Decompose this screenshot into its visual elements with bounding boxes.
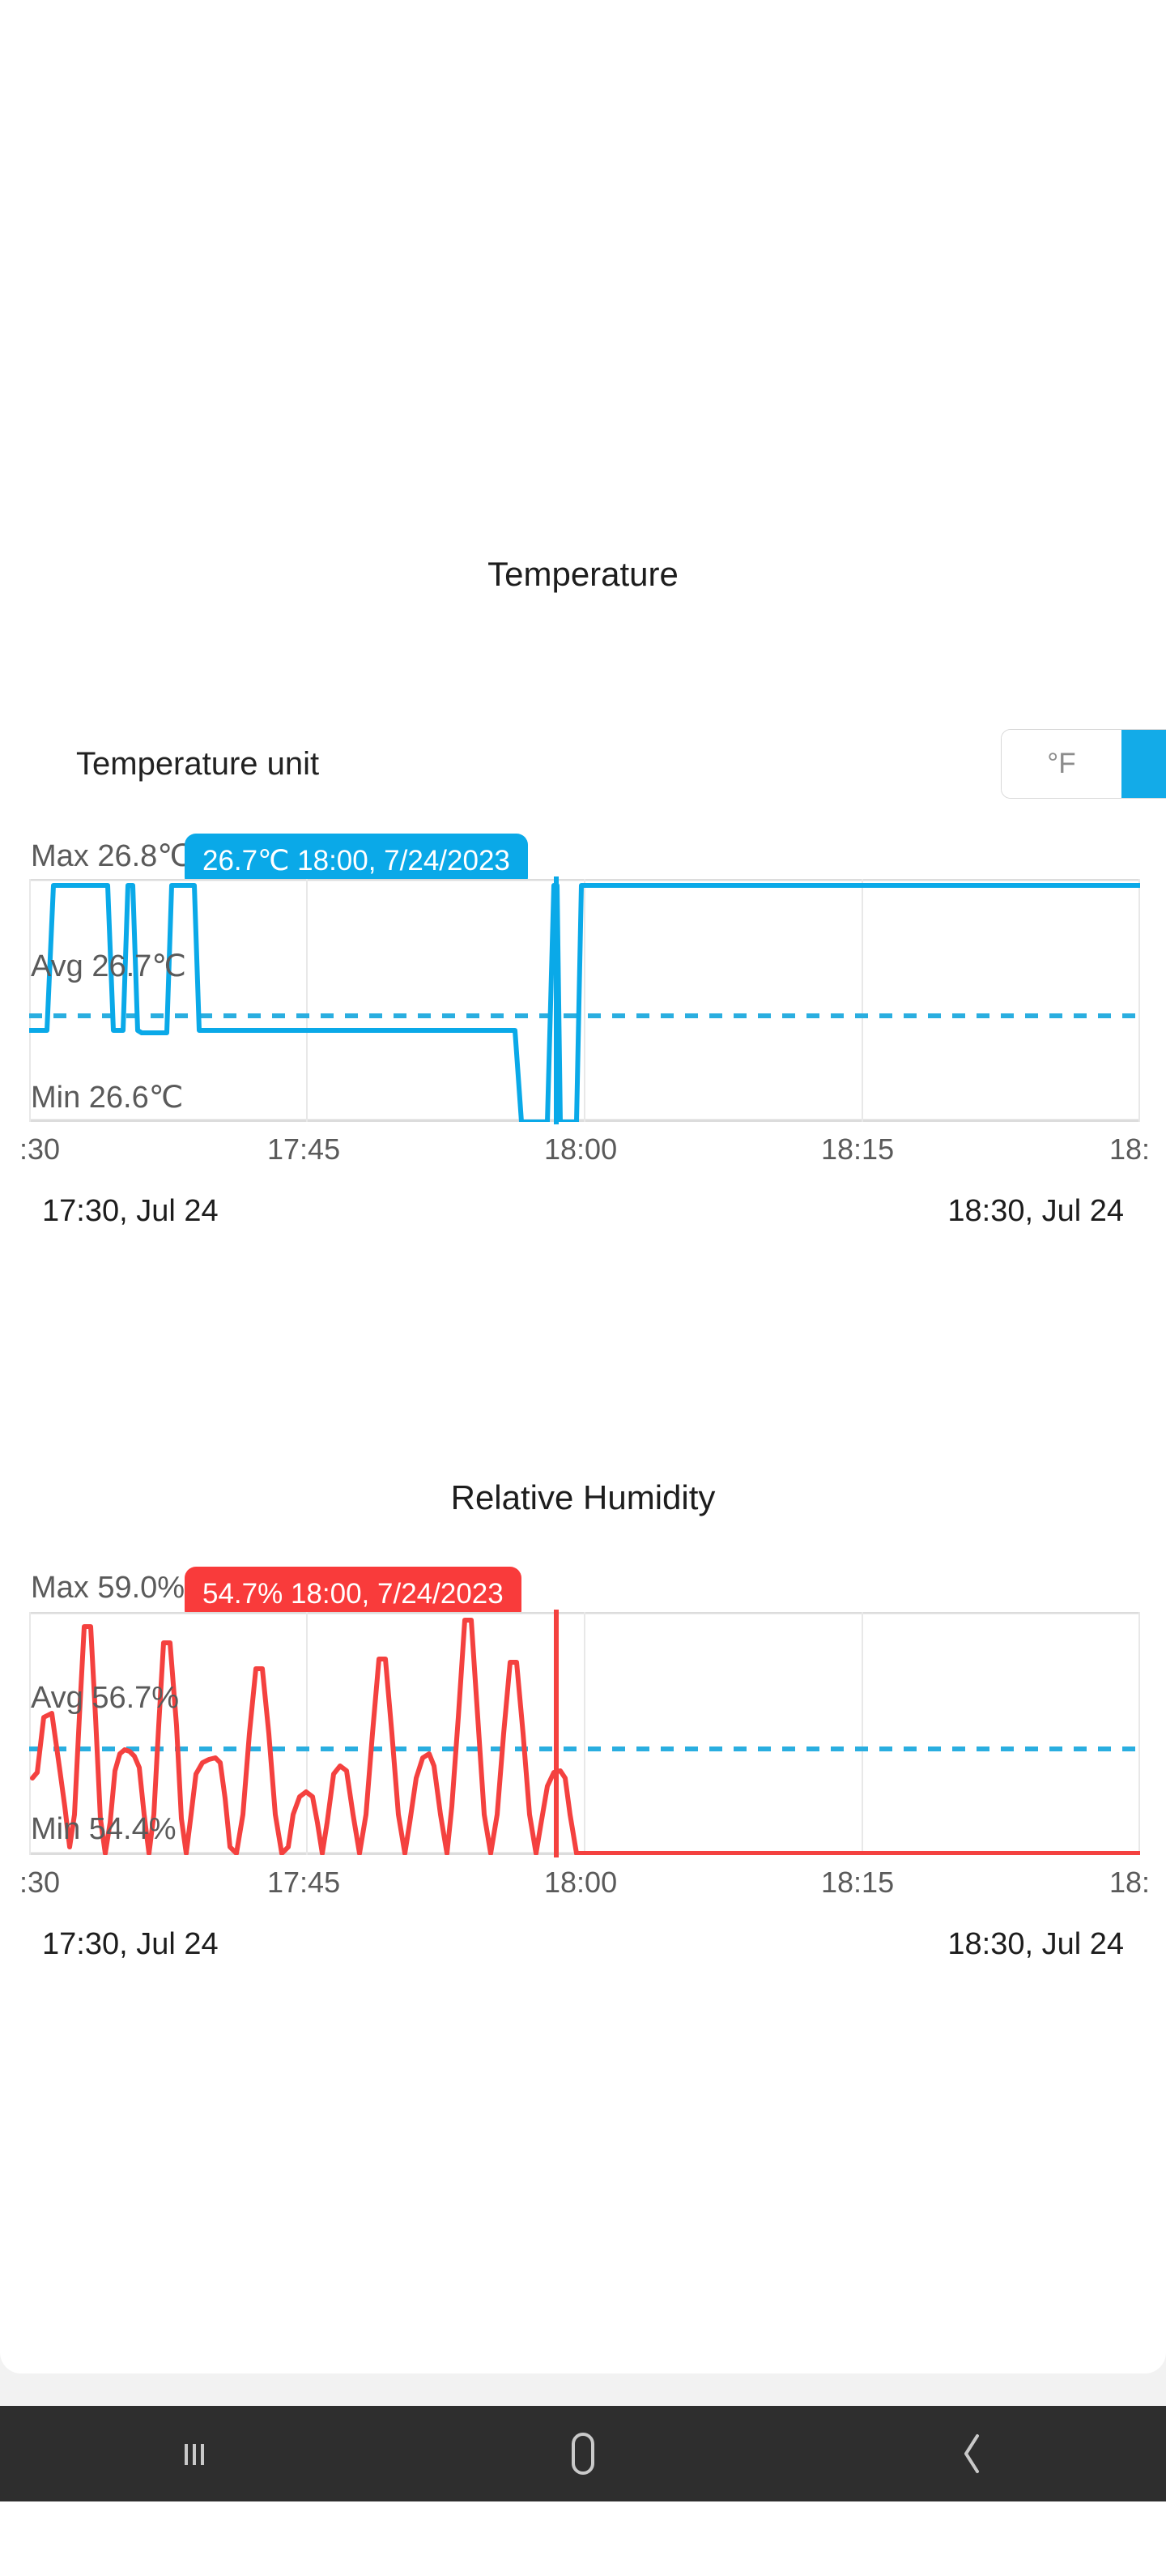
humidity-range-end: 18:30, Jul 24 [947, 1927, 1124, 1961]
temperature-x-axis: :30 17:45 18:00 18:15 18: [0, 1132, 1166, 1175]
temperature-unit-label: Temperature unit [76, 745, 320, 782]
temperature-avg-label: Avg 26.7℃ [31, 949, 186, 983]
humidity-max-label: Max 59.0% [31, 1571, 185, 1605]
x-tick-3: 18:15 [821, 1132, 895, 1166]
unit-option-celsius[interactable]: ℃ [1121, 730, 1166, 798]
temperature-unit-row: Temperature unit °F ℃ [0, 729, 1166, 799]
recents-button[interactable] [105, 2406, 283, 2501]
recents-icon [185, 2444, 204, 2465]
humidity-plot [29, 1612, 1140, 1855]
temperature-max-label: Max 26.8℃ [31, 839, 192, 873]
unit-option-fahrenheit[interactable]: °F [1002, 730, 1121, 798]
temperature-unit-toggle[interactable]: °F ℃ [1001, 729, 1166, 799]
humidity-tooltip-text: 54.7% 18:00, 7/24/2023 [202, 1578, 504, 1610]
temperature-range-end: 18:30, Jul 24 [947, 1194, 1124, 1228]
scroll-content[interactable]: Temperature Temperature unit °F ℃ Max 26… [0, 0, 1166, 2576]
temperature-range-start: 17:30, Jul 24 [42, 1194, 219, 1228]
humidity-card: Relative Humidity Max 59.0% 54.7% 18:00,… [0, 1434, 1166, 2373]
temperature-min-label: Min 26.6℃ [31, 1081, 184, 1115]
humidity-chart[interactable]: Max 59.0% 54.7% 18:00, 7/24/2023 Avg 56.… [0, 1559, 1166, 1961]
x-tick-4: 18: [1109, 1132, 1151, 1166]
humidity-marker-line [554, 1610, 559, 1857]
humidity-range-start: 17:30, Jul 24 [42, 1927, 219, 1961]
home-button[interactable] [494, 2406, 672, 2501]
x-tick-3: 18:15 [821, 1866, 895, 1899]
x-tick-0: :30 [19, 1866, 61, 1899]
home-icon [572, 2433, 594, 2475]
back-button[interactable] [883, 2406, 1061, 2501]
android-navigation-bar [0, 2406, 1166, 2501]
temperature-plot [29, 879, 1140, 1122]
x-tick-1: 17:45 [267, 1132, 341, 1166]
humidity-range-row: 17:30, Jul 24 18:30, Jul 24 [0, 1927, 1166, 1962]
temperature-marker-line [554, 876, 559, 1124]
temperature-card-title: Temperature [487, 555, 679, 593]
humidity-avg-label: Avg 56.7% [31, 1681, 180, 1715]
x-tick-0: :30 [19, 1132, 61, 1166]
x-tick-2: 18:00 [544, 1866, 618, 1899]
temperature-range-row: 17:30, Jul 24 18:30, Jul 24 [0, 1194, 1166, 1229]
humidity-card-title: Relative Humidity [450, 1478, 716, 1516]
humidity-min-label: Min 54.4% [31, 1812, 177, 1846]
back-icon [964, 2434, 979, 2473]
x-tick-1: 17:45 [267, 1866, 341, 1899]
x-tick-4: 18: [1109, 1866, 1151, 1899]
humidity-x-axis: :30 17:45 18:00 18:15 18: [0, 1866, 1166, 1908]
x-tick-2: 18:00 [544, 1132, 618, 1166]
temperature-chart[interactable]: Max 26.8℃ 26.7℃ 18:00, 7/24/2023 Avg 26.… [0, 826, 1166, 1228]
temperature-tooltip-text: 26.7℃ 18:00, 7/24/2023 [202, 845, 510, 876]
